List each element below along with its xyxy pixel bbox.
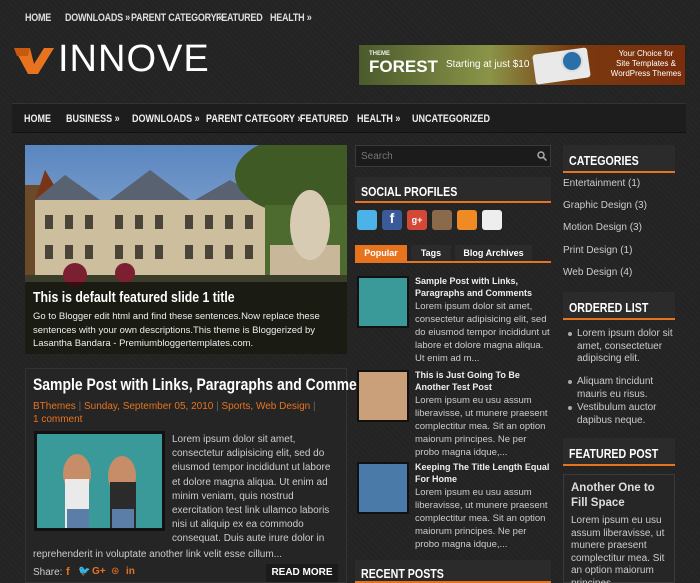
post-title[interactable]: Sample Post with Links, Paragraphs and C… — [33, 375, 378, 395]
main-navigation: HOME BUSINESS » DOWNLOADS » PARENT CATEG… — [12, 103, 686, 133]
main-nav-featured[interactable]: FEATURED — [300, 113, 348, 125]
post-labels[interactable]: Sports, Web Design — [222, 401, 311, 412]
post-excerpt: Lorem ipsum dolor sit amet, consectetur … — [172, 434, 331, 545]
wordpress-icon — [561, 50, 583, 72]
site-logo-text[interactable]: INNOVE — [58, 38, 210, 81]
social-profiles-title: SOCIAL PROFILES — [361, 184, 458, 199]
twitter-share-icon[interactable]: 🐦 — [78, 566, 90, 577]
popular-post-1-excerpt: Lorem ipsum dolor sit amet, consectetur … — [415, 301, 550, 364]
post-comments[interactable]: 1 comment — [33, 414, 82, 425]
post-thumbnail[interactable] — [34, 431, 165, 531]
slider-title[interactable]: This is default featured slide 1 title — [33, 289, 235, 306]
ad-offer: Starting at just $10 — [446, 59, 530, 70]
tab-popular[interactable]: Popular — [355, 245, 407, 261]
main-nav-parent-category[interactable]: PARENT CATEGORY » — [206, 113, 302, 125]
popular-post-1-title[interactable]: Sample Post with Links, Paragraphs and C… — [415, 276, 551, 299]
popular-post-1-thumbnail[interactable] — [357, 276, 409, 328]
tab-tags[interactable]: Tags — [411, 245, 451, 261]
popular-post-3-title[interactable]: Keeping The Title Length Equal For Home — [415, 462, 551, 485]
ordered-list-item-2: Aliquam tincidunt mauris eu risus. — [577, 376, 654, 400]
tab-blog-archives[interactable]: Blog Archives — [455, 245, 532, 261]
googleplus-share-icon[interactable]: G+ — [92, 566, 106, 577]
popular-post-2-thumbnail[interactable] — [357, 370, 409, 422]
tabs-bar: Popular Tags Blog Archives — [355, 245, 551, 263]
post-date[interactable]: Sunday, September 05, 2010 — [84, 401, 213, 412]
main-nav-business[interactable]: BUSINESS » — [66, 113, 120, 125]
pinterest-share-icon[interactable]: ⊛ — [111, 566, 119, 577]
social-profiles-heading: SOCIAL PROFILES — [355, 177, 551, 203]
recent-posts-title: RECENT POSTS — [361, 566, 444, 581]
main-nav-downloads[interactable]: DOWNLOADS » — [132, 113, 200, 125]
share-label: Share: — [33, 567, 63, 578]
ad-tagline-3: WordPress Themes — [610, 69, 682, 78]
ordered-list-heading: ORDERED LIST — [563, 292, 675, 320]
linkedin-share-icon[interactable]: in — [126, 566, 135, 577]
top-nav-downloads[interactable]: DOWNLOADS » — [65, 12, 130, 24]
search-box — [355, 145, 551, 167]
post-card: Sample Post with Links, Paragraphs and C… — [25, 368, 378, 583]
rss-icon[interactable] — [457, 210, 477, 230]
logo-icon[interactable] — [14, 44, 54, 78]
googleplus-icon[interactable]: g+ — [407, 210, 427, 230]
post-excerpt-end: reprehenderit in voluptate another link … — [33, 549, 283, 560]
category-entertainment[interactable]: Entertainment (1) — [563, 178, 640, 189]
main-nav-uncategorized[interactable]: UNCATEGORIZED — [412, 113, 490, 125]
category-motion-design[interactable]: Motion Design (3) — [563, 222, 642, 233]
facebook-icon[interactable]: f — [382, 210, 402, 230]
ad-brand: FOREST — [369, 57, 438, 76]
ordered-list-item-1: Lorem ipsum dolor sit amet, consectetuer… — [577, 328, 673, 364]
top-nav-health[interactable]: HEALTH » — [270, 12, 312, 24]
top-navigation: HOME DOWNLOADS » PARENT CATEGORY » FEATU… — [0, 0, 700, 38]
popular-post-2-excerpt: Lorem ipsum eu usu assum liberavisse, ut… — [415, 395, 548, 458]
search-icon[interactable] — [537, 151, 547, 161]
featured-slider[interactable]: This is default featured slide 1 title G… — [25, 145, 347, 354]
recent-posts-heading: RECENT POSTS — [355, 560, 551, 583]
categories-heading: CATEGORIES — [563, 145, 675, 173]
main-nav-health[interactable]: HEALTH » — [357, 113, 400, 125]
ad-banner[interactable]: THEME FOREST Starting at just $10 Your C… — [358, 44, 686, 86]
popular-post-3-excerpt: Lorem ipsum eu usu assum liberavisse, ut… — [415, 487, 548, 550]
read-more-button[interactable]: READ MORE — [266, 564, 338, 582]
category-graphic-design[interactable]: Graphic Design (3) — [563, 200, 647, 211]
slider-caption: This is default featured slide 1 title G… — [25, 282, 347, 354]
post-author[interactable]: BThemes — [33, 401, 76, 412]
ad-tagline-2: Site Templates & — [616, 59, 676, 68]
featured-post-excerpt: Lorem ipsum eu usu assum liberavisse, ut… — [571, 515, 665, 583]
facebook-share-icon[interactable]: f — [66, 566, 70, 578]
search-input[interactable] — [356, 146, 526, 166]
top-nav-home[interactable]: HOME — [25, 12, 51, 24]
bullet-icon — [568, 406, 572, 410]
featured-post-title-heading: FEATURED POST — [569, 446, 659, 461]
bullet-icon — [568, 380, 572, 384]
category-print-design[interactable]: Print Design (1) — [563, 245, 632, 256]
twitter-icon[interactable] — [357, 210, 377, 230]
categories-title: CATEGORIES — [569, 153, 639, 168]
ordered-list-title: ORDERED LIST — [569, 300, 649, 315]
post-thumbnail-image — [37, 434, 162, 528]
bullet-icon — [568, 332, 572, 336]
slider-text: Go to Blogger edit html and find these s… — [33, 311, 320, 349]
email-icon[interactable] — [482, 210, 502, 230]
popular-post-2-title[interactable]: This is Just Going To Be Another Test Po… — [415, 370, 551, 393]
top-nav-featured[interactable]: FEATURED — [216, 12, 263, 24]
post-meta: BThemes | Sunday, September 05, 2010 | S… — [33, 401, 316, 425]
popular-post-3-thumbnail[interactable] — [357, 462, 409, 514]
instagram-icon[interactable] — [432, 210, 452, 230]
top-nav-parent-category[interactable]: PARENT CATEGORY » — [131, 12, 223, 24]
ad-tagline-1: Your Choice for — [618, 49, 674, 58]
main-nav-home[interactable]: HOME — [24, 113, 51, 125]
featured-post-title[interactable]: Another One to Fill Space — [571, 481, 671, 511]
ordered-list-item-3: Vestibulum auctor dapibus neque. — [577, 402, 657, 426]
featured-post-heading: FEATURED POST — [563, 438, 675, 466]
category-web-design[interactable]: Web Design (4) — [563, 267, 632, 278]
featured-post-card: Another One to Fill Space Lorem ipsum eu… — [563, 474, 675, 583]
